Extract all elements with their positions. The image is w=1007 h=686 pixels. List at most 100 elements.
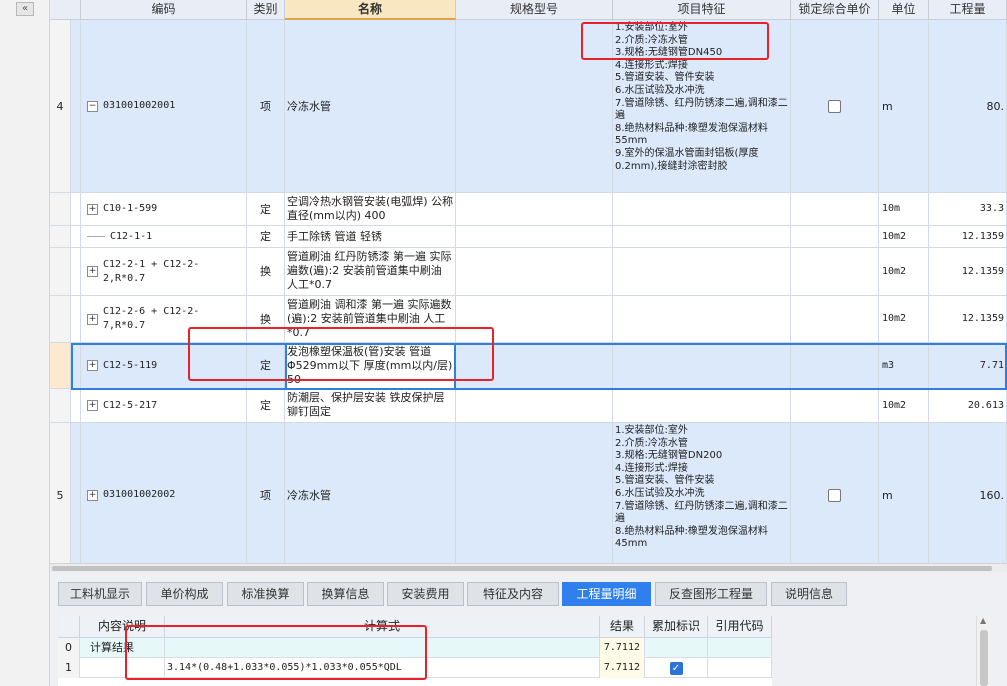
row-qty[interactable]: 160. [929, 423, 1007, 563]
scrollbar-thumb[interactable] [52, 566, 992, 571]
scrollbar-thumb[interactable] [980, 630, 988, 686]
tab-quantity-detail[interactable]: 工程量明细 [562, 582, 651, 606]
header-lock-price[interactable]: 锁定综合单价 [791, 0, 879, 20]
row-lock-cell[interactable] [791, 343, 879, 388]
expand-toggle-icon[interactable]: + [87, 489, 98, 501]
lock-price-checkbox[interactable] [828, 99, 841, 113]
row-qty[interactable]: 12.1359 [929, 296, 1007, 342]
row-name[interactable]: 管道刷油 红丹防锈漆 第一遍 实际遍数(遍):2 安装前管道集中刷油 人工*0.… [285, 248, 456, 295]
detail-row[interactable]: 0 计算结果 7.7112 [58, 638, 772, 658]
table-row[interactable]: + C12-5-217 定 防潮层、保护层安装 铁皮保护层 铆钉固定 10m2 … [50, 389, 1007, 423]
row-spec[interactable] [456, 193, 613, 225]
tab-features[interactable]: 特征及内容 [467, 582, 559, 606]
row-spec[interactable] [456, 296, 613, 342]
row-code-cell[interactable]: + C12-2-1 + C12-2-2,R*0.7 [81, 248, 247, 295]
row-code-cell[interactable]: + C10-1-599 [81, 193, 247, 225]
horizontal-scrollbar[interactable] [50, 563, 1007, 572]
header-name[interactable]: 名称 [285, 0, 456, 20]
detail-row-formula[interactable]: 3.14*(0.48+1.033*0.055)*1.033*0.055*QDL [165, 658, 600, 678]
row-lock-cell[interactable] [791, 193, 879, 225]
row-lock-cell[interactable] [791, 248, 879, 295]
table-row[interactable]: + C12-2-1 + C12-2-2,R*0.7 换 管道刷油 红丹防锈漆 第… [50, 248, 1007, 296]
lock-price-checkbox[interactable] [828, 488, 841, 502]
row-name[interactable]: 防潮层、保护层安装 铁皮保护层 铆钉固定 [285, 389, 456, 422]
row-name[interactable]: 冷冻水管 [285, 423, 456, 563]
row-lock-cell[interactable] [791, 296, 879, 342]
row-qty[interactable]: 12.1359 [929, 248, 1007, 295]
row-feature[interactable] [613, 193, 791, 225]
row-name[interactable]: 手工除锈 管道 轻锈 [285, 226, 456, 247]
scroll-up-icon[interactable]: ▲ [980, 616, 986, 625]
row-lock-cell[interactable] [791, 20, 879, 192]
row-qty[interactable]: 20.613 [929, 389, 1007, 422]
collapse-sidebar-button[interactable]: « [16, 2, 34, 16]
row-feature[interactable] [613, 248, 791, 295]
expand-toggle-icon[interactable]: + [87, 203, 98, 215]
table-row[interactable]: C12-1-1 定 手工除锈 管道 轻锈 10m2 12.1359 [50, 226, 1007, 248]
tab-install-fee[interactable]: 安装费用 [387, 582, 464, 606]
row-qty[interactable]: 12.1359 [929, 226, 1007, 247]
header-feature[interactable]: 项目特征 [613, 0, 791, 20]
detail-row-ref[interactable] [708, 638, 772, 658]
table-row-selected[interactable]: + C12-5-119 定 发泡橡塑保温板(管)安装 管道Φ529mm以下 厚度… [50, 343, 1007, 389]
row-lock-cell[interactable] [791, 226, 879, 247]
row-feature[interactable] [613, 389, 791, 422]
tab-reverse-graphic[interactable]: 反查图形工程量 [655, 582, 767, 606]
row-feature[interactable]: 1.安装部位:室外 2.介质:冷冻水管 3.规格:无缝钢管DN450 4.连接形… [613, 20, 791, 192]
table-row[interactable]: 5 + 031001002002 项 冷冻水管 1.安装部位:室外 2.介质:冷… [50, 423, 1007, 563]
header-unit[interactable]: 单位 [879, 0, 929, 20]
row-qty[interactable]: 7.71 [929, 343, 1007, 388]
detail-row-flag[interactable]: ✓ [645, 658, 708, 678]
detail-header-ref[interactable]: 引用代码 [708, 616, 772, 638]
vertical-scrollbar[interactable]: ▲ [976, 616, 990, 686]
expand-toggle-icon[interactable]: + [87, 400, 98, 411]
table-row[interactable]: 4 − 031001002001 项 冷冻水管 1.安装部位:室外 2.介质:冷… [50, 20, 1007, 193]
tab-standard-conversion[interactable]: 标准换算 [227, 582, 304, 606]
header-code[interactable]: 编码 [81, 0, 247, 20]
tab-notes[interactable]: 说明信息 [771, 582, 847, 606]
row-name[interactable]: 管道刷油 调和漆 第一遍 实际遍数(遍):2 安装前管道集中刷油 人工*0.7 [285, 296, 456, 342]
detail-row-desc[interactable]: 计算结果 [80, 638, 165, 658]
row-name[interactable]: 空调冷热水钢管安装(电弧焊) 公称直径(mm以内) 400 [285, 193, 456, 225]
row-code-cell[interactable]: C12-1-1 [81, 226, 247, 247]
row-lock-cell[interactable] [791, 389, 879, 422]
header-type[interactable]: 类别 [247, 0, 285, 20]
row-code-cell[interactable]: + C12-5-119 [81, 343, 247, 388]
row-qty[interactable]: 80. [929, 20, 1007, 192]
tab-labor-material[interactable]: 工料机显示 [58, 582, 142, 606]
detail-row-ref[interactable] [708, 658, 772, 678]
row-spec[interactable] [456, 226, 613, 247]
accumulate-checkbox[interactable]: ✓ [669, 661, 683, 675]
expand-toggle-icon[interactable]: + [87, 360, 98, 371]
row-spec[interactable] [456, 248, 613, 295]
detail-header-desc[interactable]: 内容说明 [80, 616, 165, 638]
collapse-toggle-icon[interactable]: − [87, 100, 98, 112]
row-name[interactable]: 发泡橡塑保温板(管)安装 管道Φ529mm以下 厚度(mm以内/层) 50 [285, 343, 456, 388]
row-spec[interactable] [456, 389, 613, 422]
row-spec[interactable] [456, 20, 613, 192]
detail-row[interactable]: 1 3.14*(0.48+1.033*0.055)*1.033*0.055*QD… [58, 658, 772, 678]
row-feature[interactable] [613, 343, 791, 388]
row-name[interactable]: 冷冻水管 [285, 20, 456, 192]
expand-toggle-icon[interactable]: + [87, 266, 98, 277]
row-code-cell[interactable]: + 031001002002 [81, 423, 247, 563]
detail-header-flag[interactable]: 累加标识 [645, 616, 708, 638]
row-spec[interactable] [456, 423, 613, 563]
row-spec[interactable] [456, 343, 613, 388]
row-code-cell[interactable]: + C12-5-217 [81, 389, 247, 422]
expand-toggle-icon[interactable]: + [87, 313, 98, 325]
detail-header-formula[interactable]: 计算式 [165, 616, 600, 638]
row-feature[interactable]: 1.安装部位:室外 2.介质:冷冻水管 3.规格:无缝钢管DN200 4.连接形… [613, 423, 791, 563]
detail-header-result[interactable]: 结果 [600, 616, 645, 638]
tab-conversion-info[interactable]: 换算信息 [307, 582, 384, 606]
header-qty[interactable]: 工程量 [929, 0, 1007, 20]
header-spec[interactable]: 规格型号 [456, 0, 613, 20]
row-feature[interactable] [613, 226, 791, 247]
detail-row-desc[interactable] [80, 658, 165, 678]
tab-unit-price[interactable]: 单价构成 [146, 582, 223, 606]
detail-row-flag[interactable] [645, 638, 708, 658]
row-code-cell[interactable]: + C12-2-6 + C12-2-7,R*0.7 [81, 296, 247, 342]
row-lock-cell[interactable] [791, 423, 879, 563]
detail-row-formula[interactable] [165, 638, 600, 658]
row-feature[interactable] [613, 296, 791, 342]
